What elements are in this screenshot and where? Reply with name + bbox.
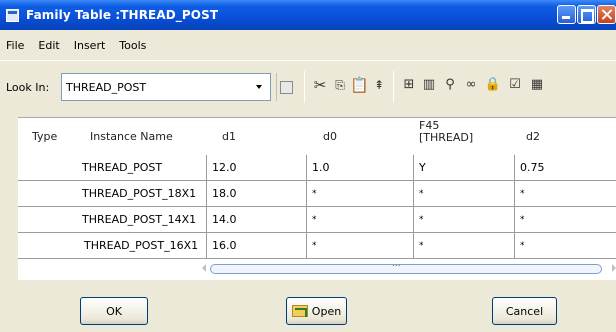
ok-button-label: OK xyxy=(106,304,122,318)
look-in-value: THREAD_POST xyxy=(66,80,147,94)
header-d0[interactable]: d0 xyxy=(323,118,337,155)
cell-d1[interactable]: 12.0 xyxy=(206,155,237,180)
cancel-button[interactable]: Cancel xyxy=(492,297,557,325)
menu-bar: File Edit Insert Tools xyxy=(0,30,616,60)
cancel-button-label: Cancel xyxy=(505,304,544,318)
table-row[interactable]: THREAD_POST_18X1 18.0 * * * xyxy=(18,181,616,207)
table-icon[interactable]: ▦ xyxy=(528,75,546,95)
find-icon[interactable]: ⚲ xyxy=(441,75,459,95)
cell-d0[interactable]: * xyxy=(306,233,317,258)
cell-d0[interactable]: * xyxy=(306,207,317,232)
cell-instance[interactable]: THREAD_POST xyxy=(76,155,162,180)
header-instance-name[interactable]: Instance Name xyxy=(90,118,173,155)
cell-d2[interactable]: * xyxy=(514,207,525,232)
up-level-icon[interactable] xyxy=(276,73,294,101)
table-row[interactable]: THREAD_POST_16X1 16.0 * * * xyxy=(18,233,616,259)
column-divider xyxy=(306,155,307,259)
column-divider xyxy=(206,155,207,259)
family-table-grid: Type Instance Name d1 d0 F45 [THREAD] d2… xyxy=(18,117,616,280)
close-icon[interactable] xyxy=(597,5,616,24)
lock-icon[interactable]: 🔒 xyxy=(484,75,502,95)
header-type[interactable]: Type xyxy=(32,118,57,155)
open-folder-icon xyxy=(291,305,308,317)
scroll-thumb[interactable] xyxy=(210,264,602,274)
horizontal-scrollbar[interactable]: ... xyxy=(202,259,616,275)
open-button-label: Open xyxy=(311,304,342,318)
ok-button[interactable]: OK xyxy=(80,297,148,325)
chevron-down-icon[interactable] xyxy=(256,85,262,89)
header-f45[interactable]: F45 [THREAD] xyxy=(419,118,473,155)
header-f45-line2: [THREAD] xyxy=(419,131,474,144)
dialog-buttons: OK Open Cancel xyxy=(0,280,616,332)
scroll-right-icon[interactable] xyxy=(612,264,616,272)
open-button[interactable]: Open xyxy=(286,297,347,325)
cell-d2[interactable]: 0.75 xyxy=(514,155,545,180)
table-header: Type Instance Name d1 d0 F45 [THREAD] d2 xyxy=(18,118,616,155)
cell-instance[interactable]: THREAD_POST_18X1 xyxy=(76,181,196,206)
header-d2[interactable]: d2 xyxy=(526,118,540,155)
title-bar[interactable]: Family Table :THREAD_POST xyxy=(0,0,616,30)
header-d1[interactable]: d1 xyxy=(222,118,236,155)
menu-tools[interactable]: Tools xyxy=(113,39,154,52)
cell-d2[interactable]: * xyxy=(514,181,525,206)
cell-d1[interactable]: 16.0 xyxy=(206,233,237,258)
column-divider xyxy=(413,155,414,259)
cell-d0[interactable]: * xyxy=(306,181,317,206)
table-row[interactable]: THREAD_POST 12.0 1.0 Y 0.75 xyxy=(18,155,616,181)
cell-instance[interactable]: THREAD_POST_14X1 xyxy=(76,207,196,232)
window-title: Family Table :THREAD_POST xyxy=(26,8,219,22)
maximize-icon[interactable] xyxy=(577,5,596,24)
insert-column-icon[interactable]: ⇞ xyxy=(370,75,388,95)
glasses-icon[interactable]: ∞ xyxy=(462,75,480,95)
cell-d1[interactable]: 18.0 xyxy=(206,181,237,206)
cell-f45[interactable]: * xyxy=(413,207,424,232)
add-columns-icon[interactable]: ▥ xyxy=(420,75,438,95)
column-divider xyxy=(514,155,515,259)
cell-f45[interactable]: * xyxy=(413,233,424,258)
menu-edit[interactable]: Edit xyxy=(32,39,67,52)
minimize-icon[interactable] xyxy=(557,5,576,24)
look-in-label: Look In: xyxy=(6,81,50,94)
copy-icon[interactable]: ⎘ xyxy=(331,75,349,95)
toolbar-separator xyxy=(304,71,305,103)
hierarchy-icon[interactable]: ⊞ xyxy=(400,75,418,95)
cell-f45[interactable]: * xyxy=(413,181,424,206)
scroll-left-icon[interactable] xyxy=(202,264,206,272)
window-icon xyxy=(6,8,19,22)
cell-instance[interactable]: THREAD_POST_16X1 xyxy=(78,233,198,258)
cell-d2[interactable]: * xyxy=(514,233,525,258)
cell-d1[interactable]: 14.0 xyxy=(206,207,237,232)
cell-d0[interactable]: 1.0 xyxy=(306,155,330,180)
table-row[interactable]: THREAD_POST_14X1 14.0 * * * xyxy=(18,207,616,233)
cut-icon[interactable]: ✂ xyxy=(311,75,329,95)
scroll-grip: ... xyxy=(392,259,401,269)
cell-f45[interactable]: Y xyxy=(413,155,426,180)
look-in-select[interactable]: THREAD_POST xyxy=(61,73,271,101)
menu-insert[interactable]: Insert xyxy=(68,39,114,52)
paste-icon[interactable]: 📋 xyxy=(350,75,369,95)
toolbar-separator xyxy=(393,71,394,103)
verify-icon[interactable]: ☑ xyxy=(506,75,524,95)
toolbar: Look In: THREAD_POST ✂ ⎘ 📋 ⇞ ⊞ ▥ ⚲ ∞ 🔒 ☑… xyxy=(0,60,616,112)
menu-file[interactable]: File xyxy=(0,39,32,52)
